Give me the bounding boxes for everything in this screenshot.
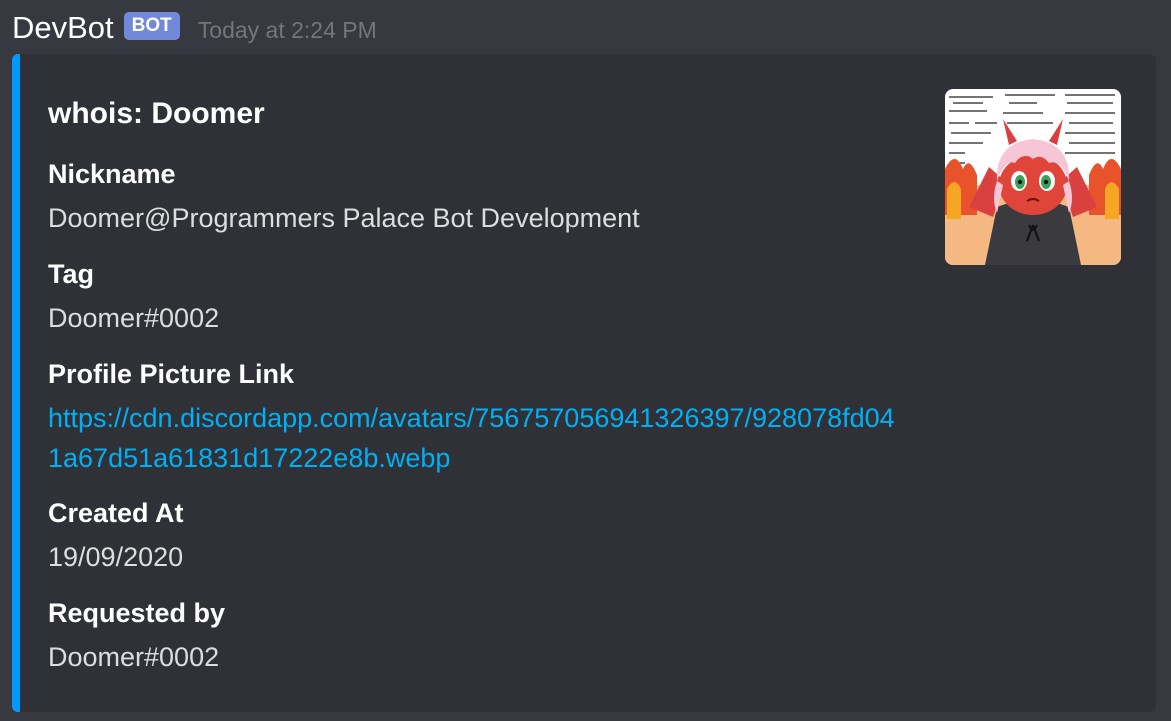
field-value-nickname: Doomer@Programmers Palace Bot Developmen…: [48, 203, 640, 233]
embed-accent-bar: [12, 54, 20, 712]
embed-title: whois: Doomer: [48, 97, 265, 130]
chat-message: DevBot BOT Today at 2:24 PM whois: Doome…: [0, 0, 1171, 721]
field-value-requested-by: Doomer#0002: [48, 642, 220, 672]
field-value-created-at: 19/09/2020: [48, 542, 184, 572]
bot-username[interactable]: DevBot: [12, 8, 114, 48]
bot-tag-badge: BOT: [123, 12, 180, 40]
message-header: DevBot BOT Today at 2:24 PM: [12, 8, 377, 48]
field-name-profile-picture-link: Profile Picture Link: [48, 359, 295, 389]
whois-embed: whois: Doomer Nickname Doomer@Programmer…: [12, 54, 1156, 712]
field-value-tag: Doomer#0002: [48, 303, 220, 333]
field-name-created-at: Created At: [48, 498, 184, 528]
field-name-tag: Tag: [48, 259, 94, 289]
message-timestamp[interactable]: Today at 2:24 PM: [198, 10, 377, 50]
field-name-nickname: Nickname: [48, 159, 176, 189]
profile-picture-link[interactable]: https://cdn.discordapp.com/avatars/75675…: [48, 403, 895, 473]
profile-avatar-image[interactable]: [945, 89, 1121, 265]
field-name-requested-by: Requested by: [48, 598, 226, 628]
field-value-profile-picture-link: https://cdn.discordapp.com/avatars/75675…: [48, 398, 908, 478]
